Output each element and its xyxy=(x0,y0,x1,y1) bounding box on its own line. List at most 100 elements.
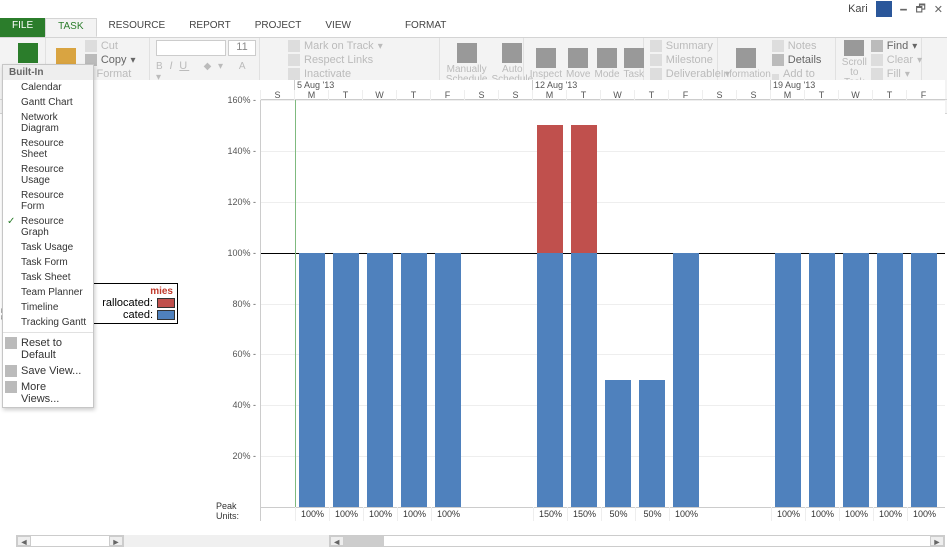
mark-on-track-button[interactable]: Mark on Track ▾ xyxy=(288,40,383,52)
font-size-combo[interactable]: 11 xyxy=(228,40,256,56)
tab-project[interactable]: PROJECT xyxy=(243,18,314,37)
tab-task[interactable]: TASK xyxy=(45,18,96,37)
day-header: W xyxy=(362,90,396,100)
allocated-bar xyxy=(673,253,699,507)
view-menu-item[interactable]: Gantt Chart xyxy=(3,95,93,110)
tab-report[interactable]: REPORT xyxy=(177,18,243,37)
peak-unit-cell: 100% xyxy=(397,507,431,521)
view-menu-item[interactable]: Tracking Gantt xyxy=(3,315,93,330)
date-header: 12 Aug '13 xyxy=(532,80,577,90)
view-menu-item[interactable]: Task Form xyxy=(3,255,93,270)
move-icon xyxy=(568,48,588,68)
notes-icon xyxy=(772,40,784,52)
right-scroll-pane[interactable]: ◄ ► xyxy=(329,535,945,547)
restore-button[interactable]: 🗗 xyxy=(915,0,925,19)
scroll-thumb[interactable] xyxy=(344,536,384,546)
chain-icon xyxy=(288,54,300,66)
peak-units-label: Peak Units: xyxy=(216,501,256,521)
title-bar: Kari 🗕 🗗 ✕ xyxy=(0,0,947,18)
day-header: S xyxy=(260,90,294,100)
respect-links-button[interactable]: Respect Links xyxy=(288,54,383,66)
find-button[interactable]: Find ▾ xyxy=(871,40,922,52)
view-menu-item[interactable]: Timeline xyxy=(3,300,93,315)
swatch-red xyxy=(157,298,175,308)
tab-view[interactable]: VIEW xyxy=(313,18,363,37)
allocated-bar xyxy=(639,380,665,507)
tab-format[interactable]: FORMAT xyxy=(393,18,458,37)
clear-icon xyxy=(871,54,883,66)
view-menu-save[interactable]: Save View... xyxy=(3,363,93,379)
allocated-bar xyxy=(605,380,631,507)
clear-button[interactable]: Clear ▾ xyxy=(871,54,922,66)
scroll-left-arrow[interactable]: ◄ xyxy=(17,536,31,546)
left-scroll-pane[interactable]: ◄ ► xyxy=(16,535,124,547)
minimize-button[interactable]: 🗕 xyxy=(900,0,908,19)
y-tick: 140% - xyxy=(227,146,256,156)
gridline xyxy=(261,151,945,152)
inspect-icon xyxy=(536,48,556,68)
info-icon xyxy=(736,48,756,68)
view-menu-item[interactable]: Network Diagram xyxy=(3,110,93,136)
y-tick: 80% - xyxy=(232,299,256,309)
view-menu-item[interactable]: Resource Form xyxy=(3,188,93,214)
view-menu-header: Built-In xyxy=(3,65,93,80)
view-menu-reset[interactable]: Reset to Default xyxy=(3,335,93,363)
today-line xyxy=(295,100,296,507)
allocated-bar xyxy=(809,253,835,507)
scroll-right-arrow[interactable]: ► xyxy=(109,536,123,546)
day-header: M xyxy=(532,90,566,100)
scroll-left-arrow-2[interactable]: ◄ xyxy=(330,536,344,546)
resource-legend: mies rallocated: cated: xyxy=(92,283,178,324)
peak-unit-cell: 100% xyxy=(669,507,703,521)
inactivate-button[interactable]: Inactivate xyxy=(288,68,383,80)
day-header: F xyxy=(668,90,702,100)
chart-plot[interactable]: 100%100%100%100%100%150%150%50%50%100%10… xyxy=(260,100,945,521)
fill-button[interactable]: Fill ▾ xyxy=(871,68,922,80)
day-header: S xyxy=(498,90,532,100)
scroll-right-arrow-2[interactable]: ► xyxy=(930,536,944,546)
cut-button[interactable]: Cut xyxy=(85,40,143,52)
date-header: 19 Aug '13 xyxy=(770,80,815,90)
close-button[interactable]: ✕ xyxy=(934,3,943,16)
peak-unit-cell: 100% xyxy=(839,507,873,521)
gridline xyxy=(261,202,945,203)
peak-unit-cell: 100% xyxy=(805,507,839,521)
view-menu-item[interactable]: Calendar xyxy=(3,80,93,95)
peak-unit-cell: 100% xyxy=(329,507,363,521)
view-menu-item[interactable]: Resource Graph xyxy=(3,214,93,240)
view-menu-item[interactable]: Team Planner xyxy=(3,285,93,300)
notes-button[interactable]: Notes xyxy=(772,40,829,52)
peak-unit-cell: 100% xyxy=(295,507,329,521)
horizontal-scroll: ◄ ► ◄ ► xyxy=(16,535,945,547)
scroll-icon xyxy=(844,40,864,56)
peak-unit-cell: 100% xyxy=(873,507,907,521)
view-menu-item[interactable]: Resource Usage xyxy=(3,162,93,188)
tab-file[interactable]: FILE xyxy=(0,18,45,37)
day-header: S xyxy=(736,90,770,100)
allocated-bar xyxy=(775,253,801,507)
date-header: 5 Aug '13 xyxy=(294,80,334,90)
view-menu-more[interactable]: More Views... xyxy=(3,379,93,407)
inactivate-icon xyxy=(288,68,300,80)
view-menu-item[interactable]: Task Usage xyxy=(3,240,93,255)
timescale: 5 Aug '1312 Aug '1319 Aug '13SMTWTFSSMTW… xyxy=(260,80,945,100)
view-menu: Built-In CalendarGantt ChartNetwork Diag… xyxy=(2,64,94,408)
day-header: W xyxy=(600,90,634,100)
details-button[interactable]: Details xyxy=(772,54,829,66)
day-header: S xyxy=(464,90,498,100)
peak-units-row: 100%100%100%100%100%150%150%50%50%100%10… xyxy=(261,507,945,521)
day-header: W xyxy=(838,90,872,100)
user-avatar[interactable] xyxy=(876,1,892,17)
summary-icon xyxy=(650,40,662,52)
view-menu-item[interactable]: Resource Sheet xyxy=(3,136,93,162)
gantt-icon xyxy=(18,43,38,63)
peak-unit-cell: 150% xyxy=(533,507,567,521)
view-menu-item[interactable]: Task Sheet xyxy=(3,270,93,285)
tab-resource[interactable]: RESOURCE xyxy=(97,18,178,37)
day-header: T xyxy=(328,90,362,100)
font-family-combo[interactable] xyxy=(156,40,226,56)
allocated-bar xyxy=(435,253,461,507)
more-icon xyxy=(5,381,17,393)
day-header: M xyxy=(770,90,804,100)
peak-unit-cell: 100% xyxy=(907,507,941,521)
